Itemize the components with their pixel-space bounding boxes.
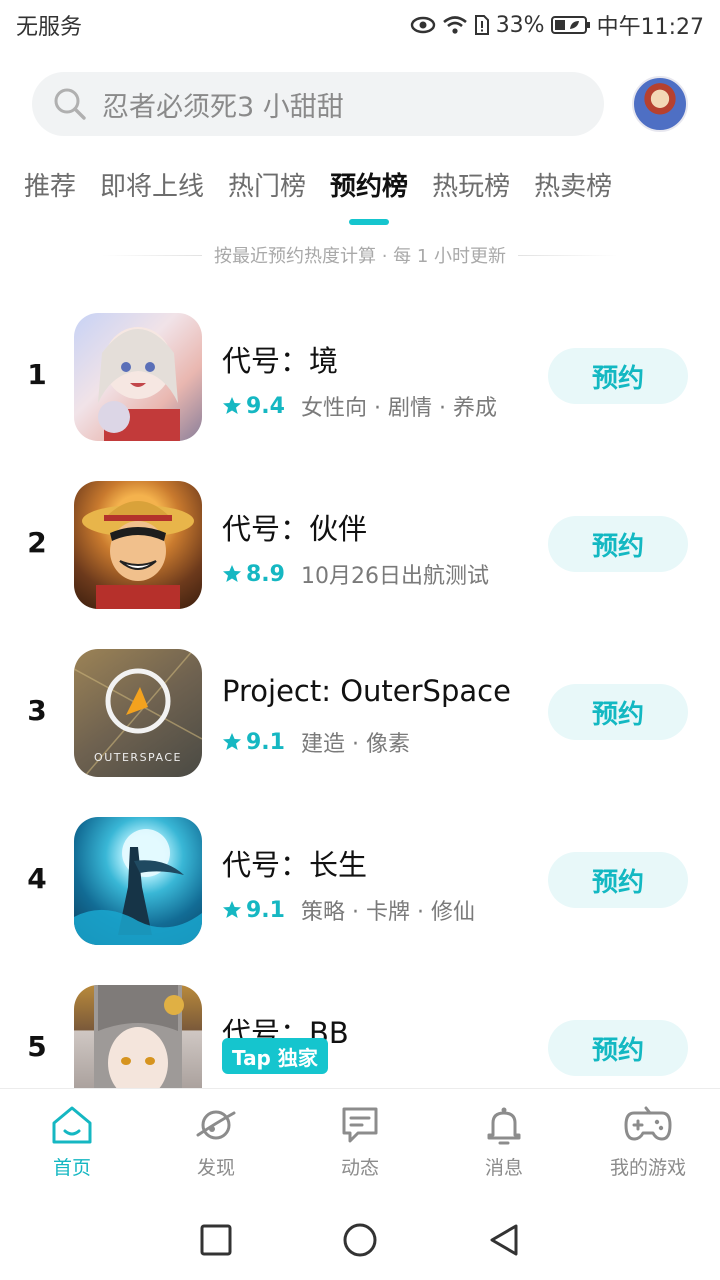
tab-reservation-label: 预约榜 <box>330 172 409 202</box>
nav-my-games[interactable]: 我的游戏 <box>576 1089 720 1200</box>
outerspace-logo-text: OUTERSPACE <box>94 751 182 764</box>
app-tags: 建造 · 像素 <box>300 732 410 757</box>
star-icon <box>223 565 241 582</box>
list-item[interactable]: 4 代号：长生 9.1 策略 · 卡牌 · 修仙 预约 <box>0 804 720 954</box>
nav-home-label: 首页 <box>52 1157 91 1179</box>
app-icon[interactable] <box>74 313 202 441</box>
star-icon <box>223 901 241 918</box>
nav-messages-label: 消息 <box>484 1157 523 1179</box>
rank-number: 5 <box>27 1030 47 1063</box>
list-item[interactable]: 1 代号：境 9.4 女性向 · 剧情 · 养成 预约 <box>0 300 720 450</box>
nav-discover-label: 发现 <box>196 1157 235 1179</box>
app-tags: 10月26日出航测试 <box>300 564 489 589</box>
nav-feed-label: 动态 <box>340 1157 379 1179</box>
battery-percent: 33% <box>495 12 545 38</box>
nav-home[interactable]: 首页 <box>0 1089 144 1200</box>
wifi-icon <box>442 16 467 34</box>
nav-my-games-label: 我的游戏 <box>609 1157 686 1179</box>
carrier-label: 无服务 <box>16 15 83 40</box>
app-name: Project: OuterSpace <box>222 674 511 708</box>
recents-icon[interactable] <box>200 1224 232 1256</box>
app-score: 9.1 <box>246 729 285 755</box>
tab-upcoming[interactable]: 即将上线 <box>100 166 204 203</box>
eye-icon <box>410 16 435 34</box>
star-icon <box>223 397 241 414</box>
back-icon[interactable] <box>488 1223 520 1257</box>
list-item[interactable]: 3 OUTERSPACE Project: OuterSpace 9.1 建造 … <box>0 636 720 786</box>
tap-exclusive-badge: Tap 独家 <box>222 1038 328 1074</box>
app-name: 代号：伙伴 <box>222 512 368 546</box>
search-icon <box>54 88 86 120</box>
ranking-tabs: 推荐 即将上线 热门榜 预约榜 热玩榜 热卖榜 <box>24 166 612 225</box>
tab-hot[interactable]: 热门榜 <box>228 166 306 203</box>
search-row: 忍者必须死3 小甜甜 <box>32 72 688 136</box>
star-icon <box>223 733 241 750</box>
rank-number: 2 <box>27 526 47 559</box>
sim-alert-icon <box>474 15 489 35</box>
divider-right <box>518 254 619 256</box>
app-meta: 9.1 策略 · 卡牌 · 修仙 <box>222 894 475 926</box>
planet-icon <box>196 1110 236 1140</box>
tab-popular-play[interactable]: 热玩榜 <box>432 166 510 203</box>
reserve-button[interactable]: 预约 <box>548 516 688 572</box>
app-tags: 女性向 · 剧情 · 养成 <box>300 396 497 421</box>
tab-recommend[interactable]: 推荐 <box>24 166 76 203</box>
app-meta: 9.1 建造 · 像素 <box>222 726 410 758</box>
divider-left <box>101 254 202 256</box>
app-name: 代号：境 <box>222 344 339 378</box>
rank-number: 1 <box>27 358 47 391</box>
nav-feed[interactable]: 动态 <box>288 1089 432 1200</box>
gamepad-icon <box>624 1106 672 1141</box>
bottom-nav: 首页 发现 动态 消息 我的游戏 <box>0 1088 720 1200</box>
app-list: 1 代号：境 9.4 女性向 · 剧情 · 养成 预约 2 代号：伙伴 8.9 … <box>0 300 720 1088</box>
status-bar: 无服务 33% 中午11:27 <box>0 0 720 50</box>
clock-label: 中午11:27 <box>596 15 704 40</box>
avatar[interactable] <box>632 76 688 132</box>
nav-messages[interactable]: 消息 <box>432 1089 576 1200</box>
status-icons: 33% 中午11:27 <box>410 9 704 41</box>
home-circle-icon[interactable] <box>342 1222 378 1258</box>
rank-number: 4 <box>27 862 47 895</box>
app-icon[interactable] <box>74 481 202 609</box>
app-tags: 策略 · 卡牌 · 修仙 <box>300 900 475 925</box>
reserve-button[interactable]: 预约 <box>548 1020 688 1076</box>
app-icon[interactable]: OUTERSPACE <box>74 649 202 777</box>
reserve-button[interactable]: 预约 <box>548 684 688 740</box>
list-item[interactable]: 5 代号：BB 预约 <box>0 972 720 1088</box>
ranking-note: 按最近预约热度计算 · 每 1 小时更新 <box>0 242 720 268</box>
bell-icon <box>487 1107 521 1145</box>
reserve-button[interactable]: 预约 <box>548 852 688 908</box>
app-meta: 8.9 10月26日出航测试 <box>222 558 489 590</box>
app-meta: 9.4 女性向 · 剧情 · 养成 <box>222 390 497 422</box>
chat-icon <box>342 1107 378 1143</box>
home-icon <box>52 1106 92 1144</box>
reserve-button[interactable]: 预约 <box>548 348 688 404</box>
tab-best-selling[interactable]: 热卖榜 <box>534 166 612 203</box>
app-icon[interactable] <box>74 985 202 1088</box>
search-input[interactable]: 忍者必须死3 小甜甜 <box>32 72 604 136</box>
app-score: 8.9 <box>246 561 285 587</box>
app-score: 9.1 <box>246 897 285 923</box>
ranking-note-text: 按最近预约热度计算 · 每 1 小时更新 <box>213 246 507 267</box>
rank-number: 3 <box>27 694 47 727</box>
tab-reservation[interactable]: 预约榜 <box>330 166 409 225</box>
battery-icon <box>550 16 590 34</box>
active-tab-indicator <box>349 219 390 225</box>
system-nav-bar <box>0 1200 720 1280</box>
app-name: 代号：长生 <box>222 848 368 882</box>
search-placeholder: 忍者必须死3 小甜甜 <box>102 91 344 123</box>
app-icon[interactable] <box>74 817 202 945</box>
list-item[interactable]: 2 代号：伙伴 8.9 10月26日出航测试 预约 <box>0 468 720 618</box>
nav-discover[interactable]: 发现 <box>144 1089 288 1200</box>
app-score: 9.4 <box>246 393 285 419</box>
